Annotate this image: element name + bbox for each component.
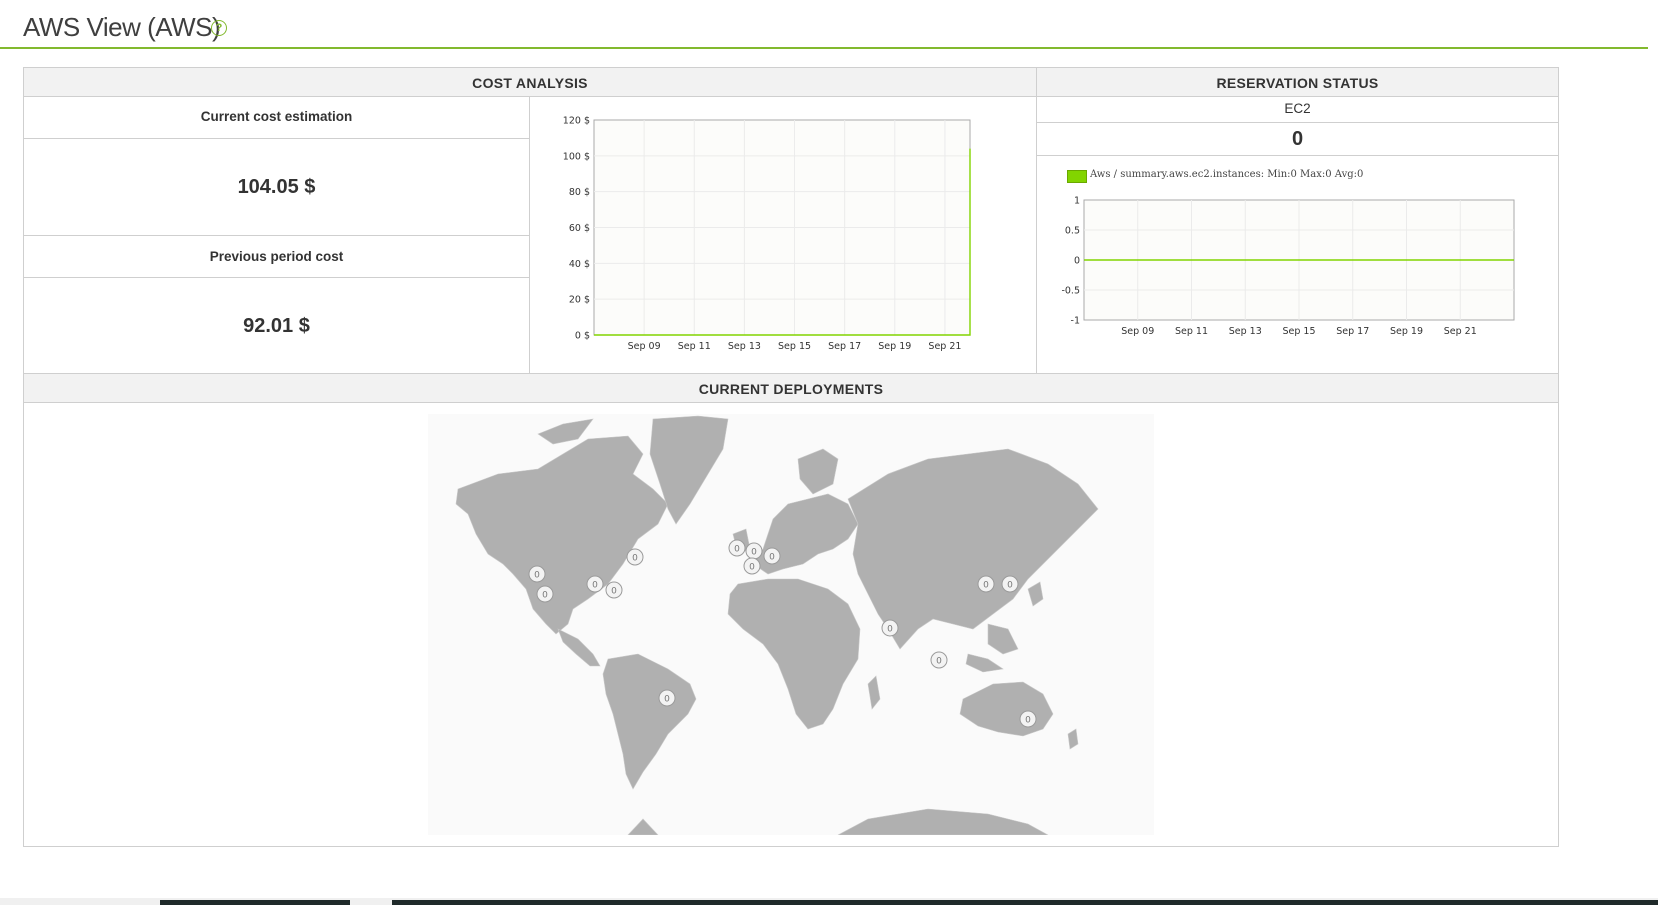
deployment-marker-label: 0 (751, 548, 757, 558)
x-tick-label: Sep 21 (1444, 326, 1477, 337)
australia-shape (959, 681, 1054, 737)
current-cost-label: Current cost estimation (200, 109, 353, 124)
x-tick-label: Sep 13 (728, 341, 761, 352)
deployment-marker-label: 0 (983, 581, 989, 591)
deployment-marker-label: 0 (769, 553, 775, 563)
deployment-marker-label: 0 (542, 591, 548, 601)
y-tick-label: -1 (1071, 316, 1080, 327)
y-tick-label: 0 $ (575, 331, 590, 342)
deployment-marker-label: 0 (1025, 716, 1031, 726)
deployment-marker-label: 0 (664, 695, 670, 705)
deployment-marker-label: 0 (534, 571, 540, 581)
legend-swatch (1067, 170, 1087, 183)
page-title: AWS View (AWS) (23, 12, 221, 42)
y-tick-label: 60 $ (569, 223, 590, 234)
y-tick-label: 120 $ (563, 116, 590, 127)
deployments-panel: CURRENT DEPLOYMENTS 0 0 0 0 0 0 0 0 0 0 … (23, 373, 1559, 847)
previous-cost-label: Previous period cost (209, 249, 344, 264)
y-tick-label: 100 $ (563, 151, 590, 162)
x-tick-label: Sep 17 (1336, 326, 1369, 337)
x-tick-label: Sep 19 (878, 341, 911, 352)
x-tick-label: Sep 15 (1282, 326, 1315, 337)
deployments-header: CURRENT DEPLOYMENTS (24, 374, 1558, 403)
question-circle-icon[interactable]: ? (211, 20, 227, 36)
x-tick-label: Sep 11 (1175, 326, 1208, 337)
x-tick-label: Sep 09 (1121, 326, 1154, 337)
y-tick-label: 0 (1074, 256, 1080, 267)
reservation-service-label: EC2 (1284, 101, 1311, 116)
current-cost-value: 104.05 $ (237, 176, 316, 198)
y-tick-label: 40 $ (569, 259, 590, 270)
y-tick-label: 1 (1074, 196, 1080, 207)
cost-analysis-header: COST ANALYSIS (24, 68, 1036, 97)
africa-shape (727, 578, 861, 730)
deployment-marker-label: 0 (749, 563, 755, 573)
x-tick-label: Sep 17 (828, 341, 861, 352)
south-america-shape (602, 653, 697, 790)
reservation-header: RESERVATION STATUS (1037, 68, 1558, 97)
y-tick-label: -0.5 (1061, 286, 1080, 297)
x-tick-label: Sep 21 (928, 341, 961, 352)
x-tick-label: Sep 19 (1390, 326, 1423, 337)
y-tick-label: 20 $ (569, 295, 590, 306)
deployment-marker-label: 0 (1007, 581, 1013, 591)
deployment-marker-label: 0 (592, 581, 598, 591)
north-america-shape (455, 435, 669, 635)
world-map[interactable]: 000000 0 00000 000 (428, 414, 1154, 835)
y-tick-label: 0.5 (1065, 226, 1080, 237)
deployment-marker-label: 0 (936, 657, 942, 667)
reservation-count: 0 (1291, 128, 1304, 150)
x-tick-label: Sep 09 (628, 341, 661, 352)
previous-cost-value: 92.01 $ (243, 315, 310, 337)
y-tick-label: 80 $ (569, 187, 590, 198)
deployment-marker-label: 0 (734, 545, 740, 555)
x-tick-label: Sep 11 (678, 341, 711, 352)
cost-analysis-panel: COST ANALYSIS Current cost estimation 10… (23, 67, 1037, 374)
asia-shape (847, 448, 1099, 650)
reservation-panel: RESERVATION STATUS EC2 0 Aws / summary.a… (1036, 67, 1559, 374)
x-tick-label: Sep 15 (778, 341, 811, 352)
x-tick-label: Sep 13 (1229, 326, 1262, 337)
cost-chart: 0 $ 20 $ 40 $ 60 $ 80 $ 100 $ 120 $ Sep 09 Sep 1… (563, 116, 971, 352)
bottom-bar (0, 898, 1658, 905)
page-header: AWS View (AWS) ? (0, 0, 1648, 49)
legend-label: Aws / summary.aws.ec2.instances: Min:0 M… (1090, 169, 1364, 180)
deployment-marker-label: 0 (611, 587, 617, 597)
reservation-chart: -1 -0.5 0 0.5 1 Sep 09 Sep 11 Sep 13 Sep 15 Sep 1… (1061, 196, 1515, 337)
deployment-marker-label: 0 (632, 554, 638, 564)
deployment-marker-label: 0 (887, 625, 893, 635)
